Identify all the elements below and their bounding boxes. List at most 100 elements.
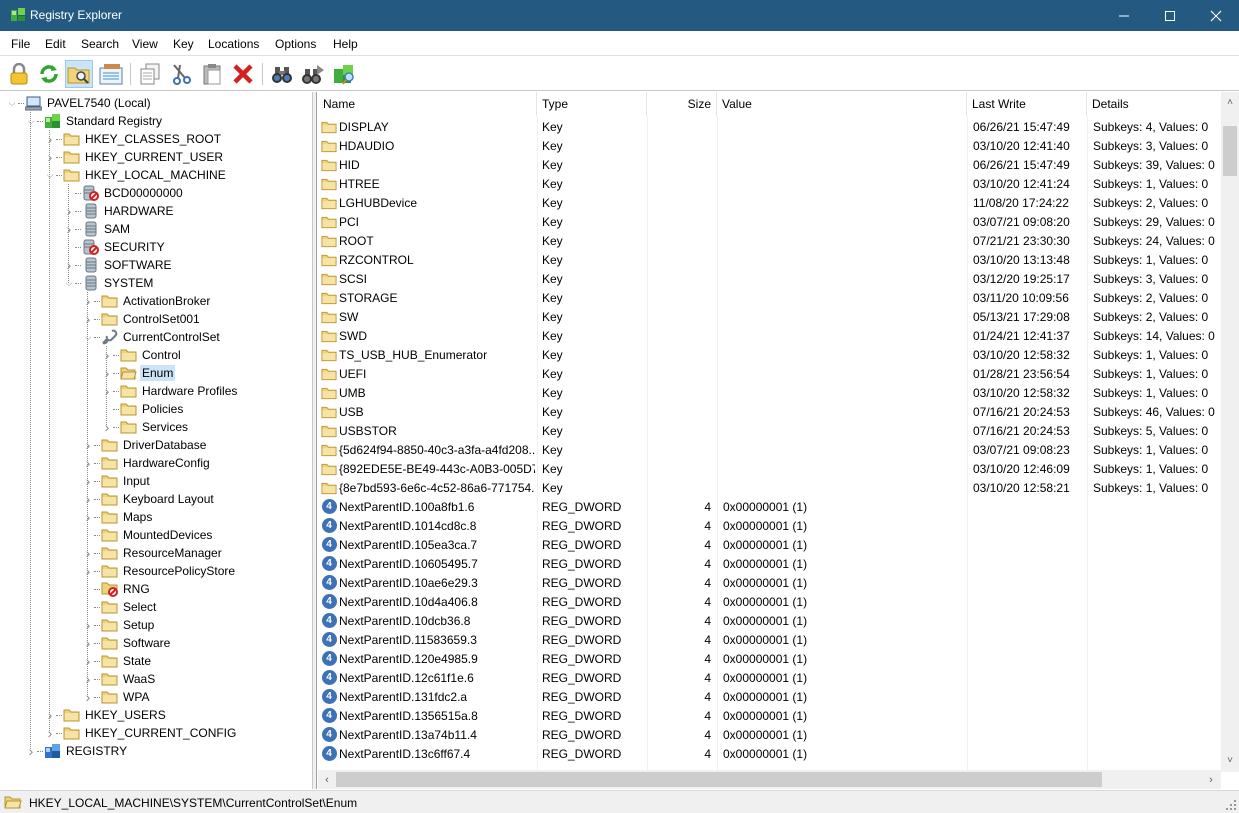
menu-view[interactable]: View	[132, 37, 158, 51]
column-header-size[interactable]: Size	[647, 92, 717, 116]
tree-node[interactable]: › HardwareConfig	[82, 454, 212, 472]
tree-node[interactable]: › REGISTRY	[25, 742, 129, 760]
chevron-right-icon[interactable]: ›	[63, 202, 75, 220]
list-row[interactable]: 4 NextParentID.100a8fb1.6 REG_DWORD 4 0x0000…	[318, 497, 1221, 516]
tree-node[interactable]: › Input	[82, 472, 152, 490]
chevron-right-icon[interactable]: ›	[63, 220, 75, 238]
open-folder-button[interactable]	[65, 60, 93, 88]
list-row[interactable]: 4 NextParentID.13a74b11.4 REG_DWORD 4 0x0000…	[318, 725, 1221, 744]
maximize-button[interactable]	[1147, 0, 1193, 31]
chevron-right-icon[interactable]: ›	[82, 508, 94, 526]
list-row[interactable]: SCSI Key 03/12/20 19:25:17 Subkeys: 3, Valu…	[318, 269, 1221, 288]
menu-file[interactable]: File	[11, 37, 30, 51]
registry-tree[interactable]: ⌵ PAVEL7540 (Local) ⌵ Standard Registry › HKE…	[0, 92, 313, 789]
list-row[interactable]: 4 NextParentID.10ae6e29.3 REG_DWORD 4 0x0000…	[318, 573, 1221, 592]
chevron-down-icon[interactable]: ⌵	[82, 328, 94, 346]
tree-node[interactable]: ⌵ Standard Registry	[25, 112, 164, 130]
close-button[interactable]	[1193, 0, 1239, 31]
chevron-right-icon[interactable]: ›	[82, 670, 94, 688]
list-row[interactable]: 4 NextParentID.1356515a.8 REG_DWORD 4 0x0000…	[318, 706, 1221, 725]
tree-node[interactable]: Policies	[101, 400, 185, 418]
tree-node[interactable]: › Services	[101, 418, 190, 436]
chevron-right-icon[interactable]: ›	[44, 130, 56, 148]
list-row[interactable]: USB Key 07/16/21 20:24:53 Subkeys: 46, Valu…	[318, 402, 1221, 421]
chevron-right-icon[interactable]: ›	[44, 724, 56, 742]
list-row[interactable]: PCI Key 03/07/21 09:08:20 Subkeys: 29, Valu…	[318, 212, 1221, 231]
list-row[interactable]: 4 NextParentID.10605495.7 REG_DWORD 4 0x0000…	[318, 554, 1221, 573]
tree-node[interactable]: RNG	[82, 580, 152, 598]
list-row[interactable]: 4 NextParentID.131fdc2.a REG_DWORD 4 0x00000…	[318, 687, 1221, 706]
cut-button[interactable]	[167, 60, 195, 88]
tree-node[interactable]: › WPA	[82, 688, 151, 706]
list-row[interactable]: TS_USB_HUB_Enumerator Key 03/10/20 12:58:3…	[318, 345, 1221, 364]
menu-search[interactable]: Search	[81, 37, 119, 51]
tree-node[interactable]: › ActivationBroker	[82, 292, 212, 310]
tree-node[interactable]: › HKEY_CURRENT_USER	[44, 148, 225, 166]
values-list[interactable]: Name Type Size Value Last Write Details …	[318, 92, 1239, 789]
vertical-scroll-thumb[interactable]	[1223, 126, 1237, 176]
list-row[interactable]: HTREE Key 03/10/20 12:41:24 Subkeys: 1, Val…	[318, 174, 1221, 193]
scroll-up-arrow-icon[interactable]: ˄	[1221, 94, 1239, 111]
tree-node[interactable]: › ResourceManager	[82, 544, 224, 562]
list-row[interactable]: HID Key 06/26/21 15:47:49 Subkeys: 39, Valu…	[318, 155, 1221, 174]
tree-node[interactable]: › Software	[82, 634, 172, 652]
tree-node[interactable]: › Enum	[101, 364, 176, 382]
column-header-value[interactable]: Value	[717, 92, 967, 116]
list-row[interactable]: 4 NextParentID.120e4985.9 REG_DWORD 4 0x0000…	[318, 649, 1221, 668]
scroll-right-arrow-icon[interactable]: ›	[1202, 770, 1220, 789]
tree-node[interactable]: ⌵ HKEY_LOCAL_MACHINE	[44, 166, 228, 184]
column-header-last-write[interactable]: Last Write	[967, 92, 1087, 116]
tree-node[interactable]: › WaaS	[82, 670, 157, 688]
scroll-left-arrow-icon[interactable]: ‹	[318, 770, 336, 789]
chevron-right-icon[interactable]: ›	[82, 292, 94, 310]
chevron-right-icon[interactable]: ›	[25, 742, 37, 760]
menu-key[interactable]: Key	[173, 37, 194, 51]
list-row[interactable]: USBSTOR Key 07/16/21 20:24:53 Subkeys: 5, V…	[318, 421, 1221, 440]
tree-node[interactable]: › HKEY_CURRENT_CONFIG	[44, 724, 238, 742]
tree-node[interactable]: › Control	[101, 346, 183, 364]
menu-locations[interactable]: Locations	[208, 37, 259, 51]
tree-node[interactable]: BCD00000000	[63, 184, 185, 202]
list-row[interactable]: UEFI Key 01/28/21 23:56:54 Subkeys: 1, Valu…	[318, 364, 1221, 383]
list-row[interactable]: 4 NextParentID.12c61f1e.6 REG_DWORD 4 0x0000…	[318, 668, 1221, 687]
list-row[interactable]: RZCONTROL Key 03/10/20 13:13:48 Subkeys: 1,…	[318, 250, 1221, 269]
tree-node[interactable]: › Hardware Profiles	[101, 382, 239, 400]
chevron-right-icon[interactable]: ›	[82, 616, 94, 634]
chevron-right-icon[interactable]: ›	[44, 148, 56, 166]
refresh-button[interactable]	[35, 60, 63, 88]
minimize-button[interactable]	[1101, 0, 1147, 31]
vertical-scrollbar[interactable]: ˄ ˅	[1221, 92, 1239, 772]
menu-options[interactable]: Options	[275, 37, 316, 51]
menu-edit[interactable]: Edit	[45, 37, 66, 51]
menu-help[interactable]: Help	[333, 37, 358, 51]
chevron-right-icon[interactable]: ›	[82, 310, 94, 328]
find-button[interactable]	[268, 60, 296, 88]
chevron-right-icon[interactable]: ›	[82, 436, 94, 454]
chevron-down-icon[interactable]: ⌵	[6, 94, 18, 112]
tree-node[interactable]: › State	[82, 652, 153, 670]
list-row[interactable]: 4 NextParentID.10d4a406.8 REG_DWORD 4 0x0000…	[318, 592, 1221, 611]
tree-node[interactable]: › Setup	[82, 616, 156, 634]
tree-node[interactable]: › HKEY_CLASSES_ROOT	[44, 130, 223, 148]
tree-node[interactable]: › Maps	[82, 508, 154, 526]
tree-node[interactable]: › ResourcePolicyStore	[82, 562, 237, 580]
list-row[interactable]: 4 NextParentID.11583659.3 REG_DWORD 4 0x0000…	[318, 630, 1221, 649]
tree-node[interactable]: › HKEY_USERS	[44, 706, 168, 724]
delete-button[interactable]	[229, 60, 257, 88]
tree-node[interactable]: › DriverDatabase	[82, 436, 208, 454]
paste-button[interactable]	[198, 60, 226, 88]
list-row[interactable]: SWD Key 01/24/21 12:41:37 Subkeys: 14, Valu…	[318, 326, 1221, 345]
list-row[interactable]: {5d624f94-8850-40c3-a3fa-a4fd208... Key 03…	[318, 440, 1221, 459]
resize-grip-icon[interactable]	[1226, 800, 1236, 810]
details-button[interactable]	[97, 60, 125, 88]
chevron-right-icon[interactable]: ›	[101, 346, 113, 364]
list-row[interactable]: {8e7bd593-6e6c-4c52-86a6-771754... Key 03/…	[318, 478, 1221, 497]
column-header-type[interactable]: Type	[537, 92, 647, 116]
list-row[interactable]: 4 NextParentID.10dcb36.8 REG_DWORD 4 0x00000…	[318, 611, 1221, 630]
chevron-right-icon[interactable]: ›	[63, 256, 75, 274]
chevron-right-icon[interactable]: ›	[44, 706, 56, 724]
chevron-right-icon[interactable]: ›	[101, 382, 113, 400]
list-row[interactable]: SW Key 05/13/21 17:29:08 Subkeys: 2, Values…	[318, 307, 1221, 326]
chevron-right-icon[interactable]: ›	[82, 562, 94, 580]
chevron-right-icon[interactable]: ›	[101, 364, 113, 382]
